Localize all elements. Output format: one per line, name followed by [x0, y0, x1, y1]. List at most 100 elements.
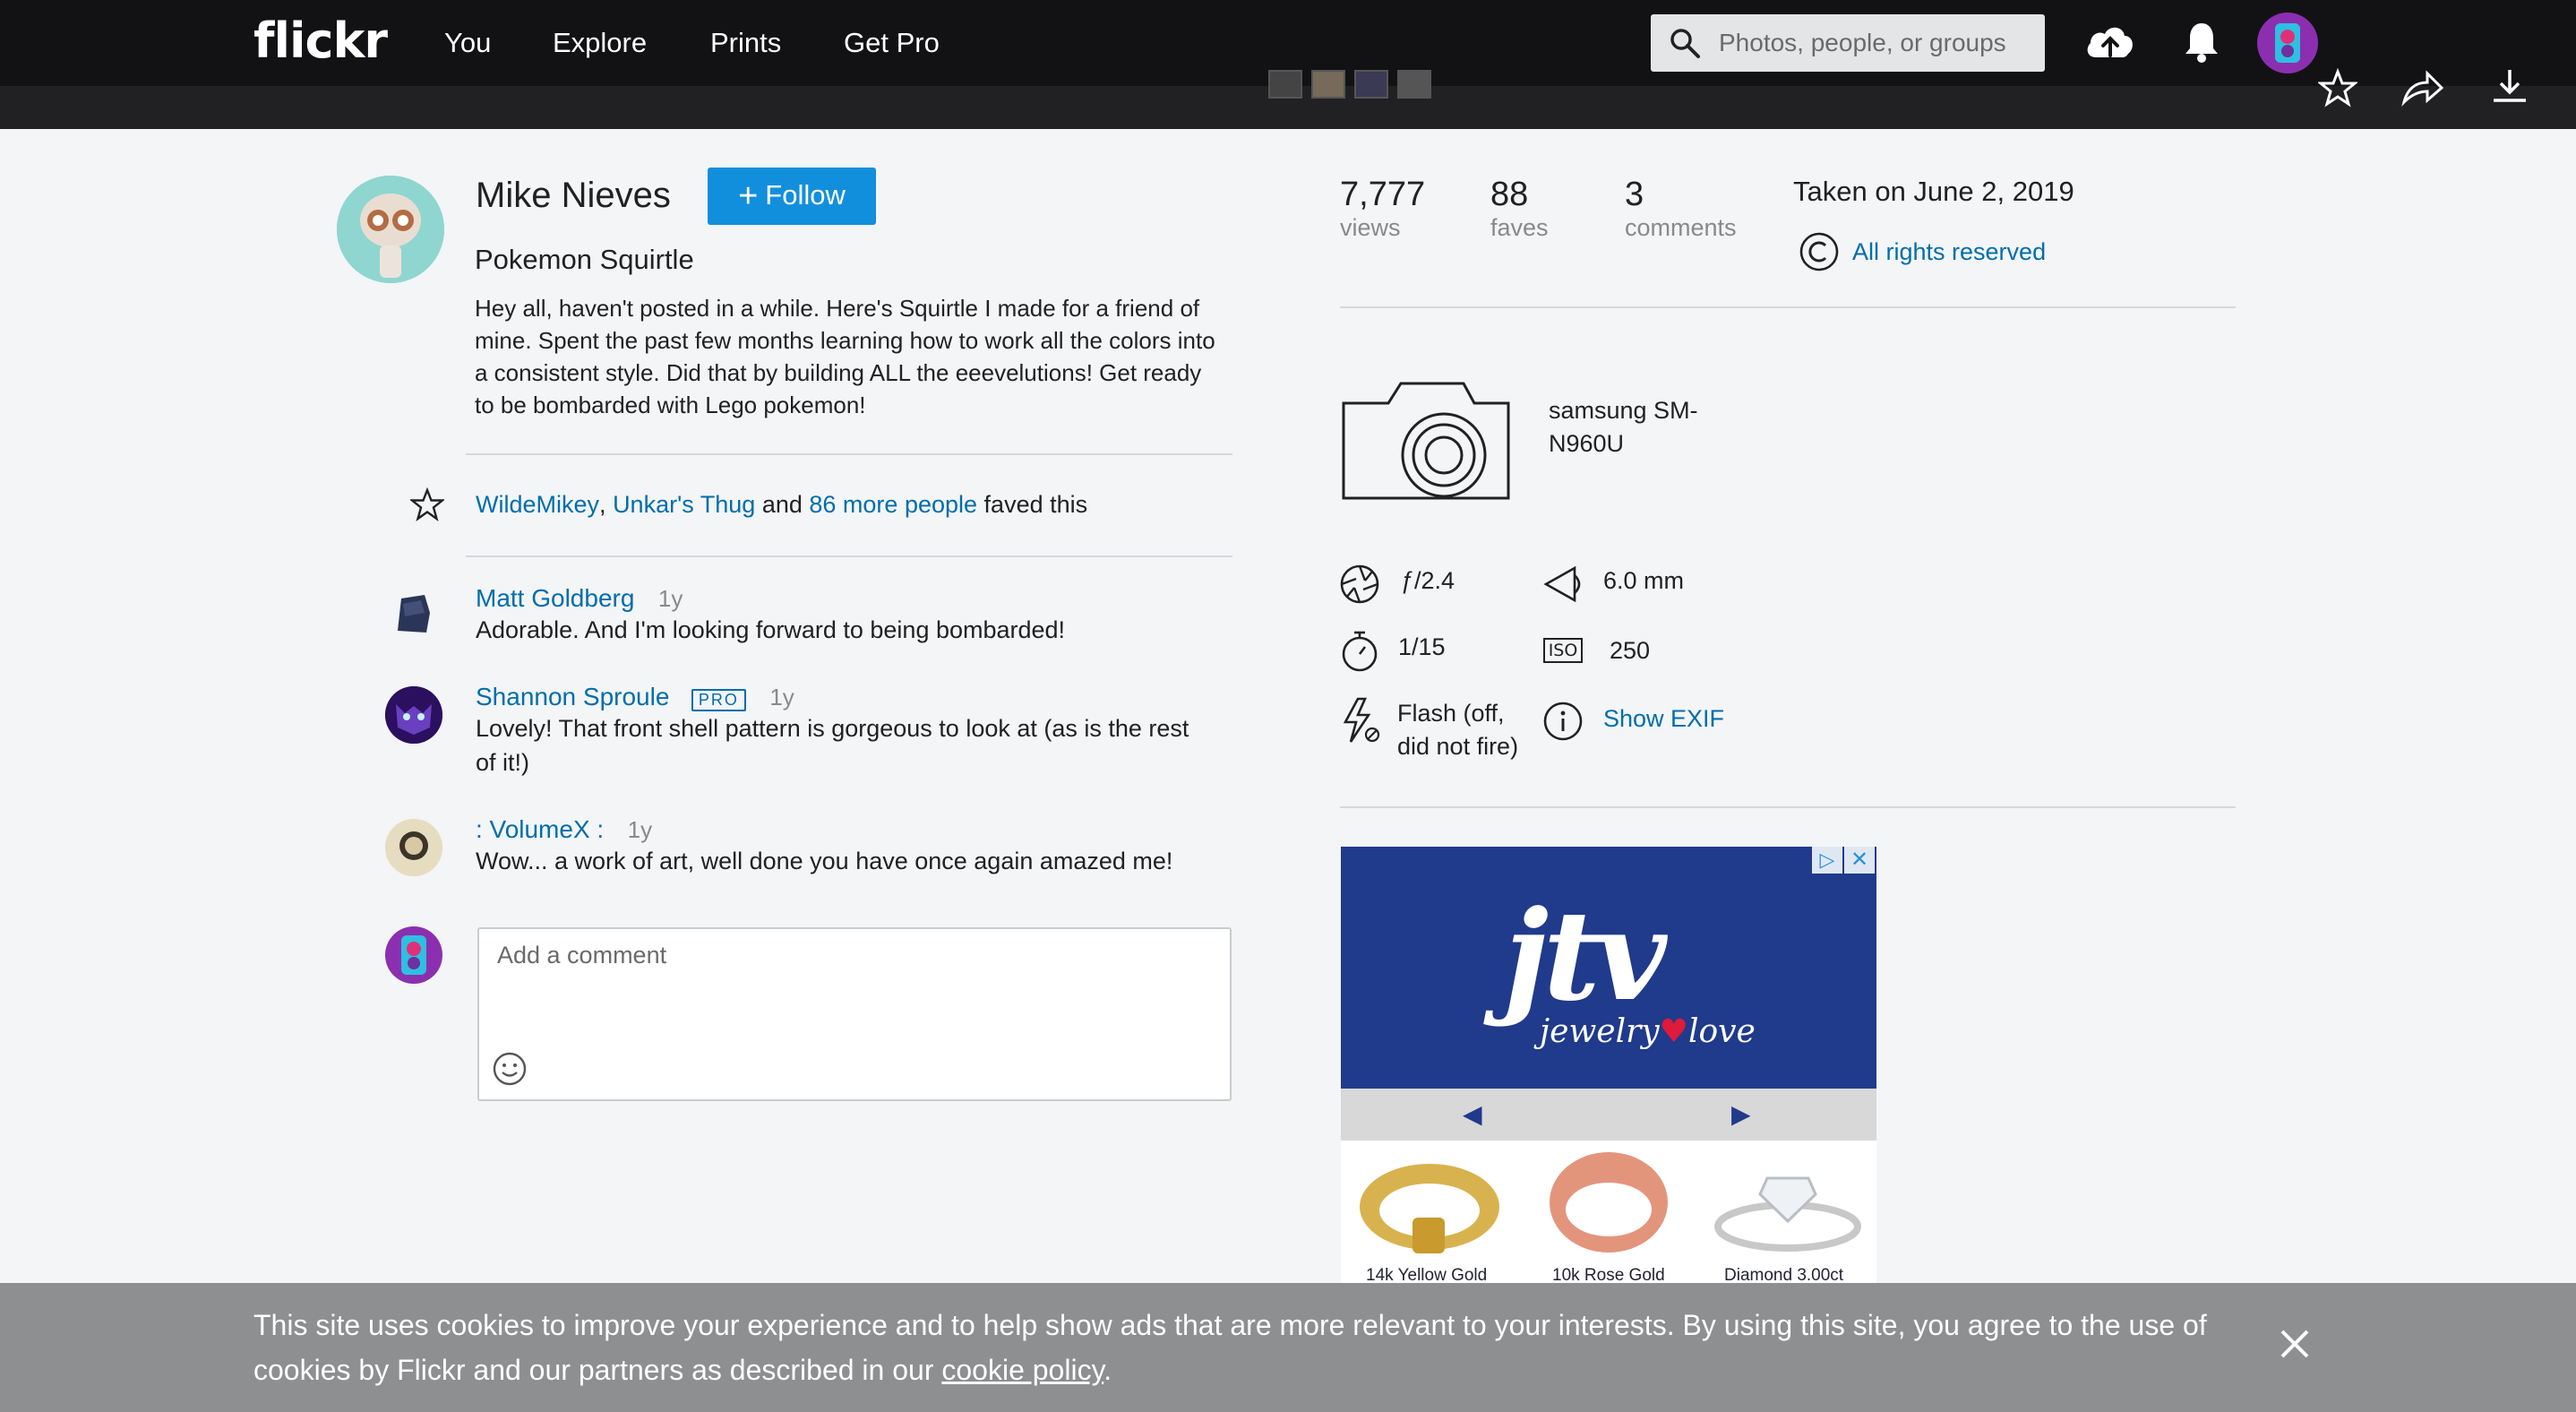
favorite-star-icon[interactable]: [2318, 68, 2357, 108]
ad-carousel-nav: ◀ ▶: [1341, 1089, 1876, 1141]
cookie-policy-link[interactable]: cookie policy: [941, 1354, 1103, 1386]
user-avatar[interactable]: [2257, 13, 2318, 73]
alien-avatar-icon: [337, 176, 444, 283]
stat-views: 7,777 views: [1340, 176, 1425, 242]
pro-badge: PRO: [691, 689, 746, 711]
search-box[interactable]: [1651, 14, 2045, 72]
notifications-bell-icon[interactable]: [2175, 18, 2228, 68]
diamond-ring-icon[interactable]: [1712, 1151, 1864, 1259]
camera-model[interactable]: samsung SM- N960U: [1549, 394, 1698, 461]
stat-comments: 3 comments: [1625, 176, 1737, 242]
flash-value-line: Flash (off,: [1397, 700, 1505, 727]
focal-length-icon: [1543, 565, 1581, 603]
fave-star-icon: [410, 487, 444, 521]
close-icon[interactable]: [2275, 1324, 2314, 1364]
adchoices-icon[interactable]: ▷: [1812, 847, 1842, 874]
divider: [466, 453, 1232, 455]
thumbnail[interactable]: [1397, 70, 1431, 99]
owner-avatar[interactable]: [337, 176, 444, 283]
ad-banner[interactable]: jtv jewelry♥love ▷ ✕: [1341, 847, 1876, 1089]
shutter-speed-value: 1/15: [1398, 633, 1446, 660]
emoji-smiley-icon[interactable]: [492, 1051, 528, 1087]
upload-icon[interactable]: [2083, 18, 2137, 68]
ad-close-icon[interactable]: ✕: [1844, 847, 1875, 874]
flash-icon: [1343, 697, 1380, 743]
carousel-prev-icon[interactable]: ◀: [1463, 1099, 1482, 1129]
fave-separator: ,: [599, 491, 606, 518]
divider: [1340, 306, 2236, 308]
current-user-avatar[interactable]: [385, 926, 442, 984]
commenter-avatar[interactable]: [385, 586, 442, 643]
flickr-logo[interactable]: flickr: [253, 13, 388, 69]
commenter-name[interactable]: Shannon Sproule: [476, 683, 669, 710]
thumbnail[interactable]: [1311, 70, 1345, 99]
ad-brand-logo: jtv: [1504, 882, 1667, 1029]
owner-name[interactable]: Mike Nieves: [476, 176, 671, 216]
iso-value: 250: [1610, 637, 1651, 664]
comment-input[interactable]: [495, 940, 1206, 1033]
focal-length-value: 6.0 mm: [1603, 567, 1685, 594]
flash-value-line: did not fire): [1397, 733, 1519, 760]
nav-prints[interactable]: Prints: [710, 27, 781, 59]
robot-avatar-icon: [401, 935, 426, 975]
comment: Matt Goldberg 1y Adorable. And I'm looki…: [476, 584, 1192, 647]
camera-model-line: N960U: [1549, 430, 1625, 457]
nav-you[interactable]: You: [444, 27, 491, 59]
faves-summary: WildeMikey, Unkar's Thug and 86 more peo…: [476, 491, 1087, 519]
aperture-value: ƒ/2.4: [1401, 567, 1455, 594]
comment-box[interactable]: [477, 927, 1232, 1101]
photo-title: Pokemon Squirtle: [475, 244, 694, 275]
photo-description: Hey all, haven't posted in a while. Here…: [475, 295, 1215, 418]
views-count: 7,777: [1340, 176, 1426, 213]
yellow-gold-ring-icon[interactable]: [1353, 1151, 1506, 1259]
copyright-icon: [1799, 232, 1839, 271]
rose-gold-ring-icon[interactable]: [1533, 1147, 1685, 1259]
camera-model-line: samsung SM-: [1549, 397, 1698, 424]
faves-count: 88: [1490, 176, 1529, 213]
camera-icon[interactable]: [1338, 376, 1514, 502]
show-exif-link[interactable]: Show EXIF: [1603, 702, 1724, 736]
carousel-next-icon[interactable]: ▶: [1731, 1099, 1751, 1129]
search-icon: [1670, 29, 1700, 58]
comment-time[interactable]: 1y: [658, 585, 683, 612]
thumbnail[interactable]: [1268, 70, 1302, 99]
advertisement[interactable]: jtv jewelry♥love ▷ ✕ ◀ ▶ 14k Yellow Gold…: [1341, 847, 1876, 1286]
commenter-name[interactable]: : VolumeX :: [476, 815, 604, 843]
commenter-avatar[interactable]: [385, 686, 442, 744]
share-arrow-icon[interactable]: [2400, 68, 2445, 108]
fave-and: and: [761, 491, 803, 518]
flash-value: Flash (off, did not fire): [1397, 697, 1518, 763]
views-label: views: [1340, 214, 1401, 241]
download-icon[interactable]: [2490, 66, 2529, 106]
commenter-name[interactable]: Matt Goldberg: [476, 584, 634, 612]
ad-tagline-word: jewelry: [1540, 1013, 1660, 1050]
taken-date[interactable]: Taken on June 2, 2019: [1793, 176, 2074, 208]
iso-icon: ISO: [1543, 638, 1583, 663]
fave-suffix: faved this: [983, 491, 1088, 518]
info-icon[interactable]: [1542, 701, 1584, 742]
comments-count: 3: [1625, 176, 1644, 213]
plus-icon: +: [738, 176, 759, 215]
follow-label: Follow: [765, 178, 846, 211]
commenter-avatar[interactable]: [385, 819, 442, 876]
shutter-speed-icon: [1342, 631, 1378, 672]
monster-avatar-icon: [385, 686, 442, 744]
fave-user-link[interactable]: WildeMikey: [476, 491, 599, 518]
comment-time[interactable]: 1y: [769, 684, 794, 710]
cookie-banner: This site uses cookies to improve your e…: [0, 1283, 2576, 1412]
comment-text: Adorable. And I'm looking forward to bei…: [476, 616, 1066, 643]
fave-user-link[interactable]: Unkar's Thug: [613, 491, 755, 518]
heart-icon: ♥: [1659, 1013, 1688, 1050]
nav-explore[interactable]: Explore: [553, 27, 647, 59]
ad-tagline: jewelry♥love: [1540, 1013, 1756, 1050]
search-input[interactable]: [1719, 14, 2032, 72]
fave-more-link[interactable]: 86 more people: [809, 491, 977, 518]
comment-time[interactable]: 1y: [628, 816, 652, 843]
nav-get-pro[interactable]: Get Pro: [844, 27, 940, 59]
cookie-text: This site uses cookies to improve your e…: [253, 1309, 2207, 1386]
cookie-period: .: [1103, 1354, 1112, 1386]
follow-button[interactable]: + Follow: [708, 168, 876, 225]
faves-label: faves: [1490, 214, 1549, 241]
license-link[interactable]: All rights reserved: [1852, 238, 2046, 266]
thumbnail[interactable]: [1354, 70, 1388, 99]
